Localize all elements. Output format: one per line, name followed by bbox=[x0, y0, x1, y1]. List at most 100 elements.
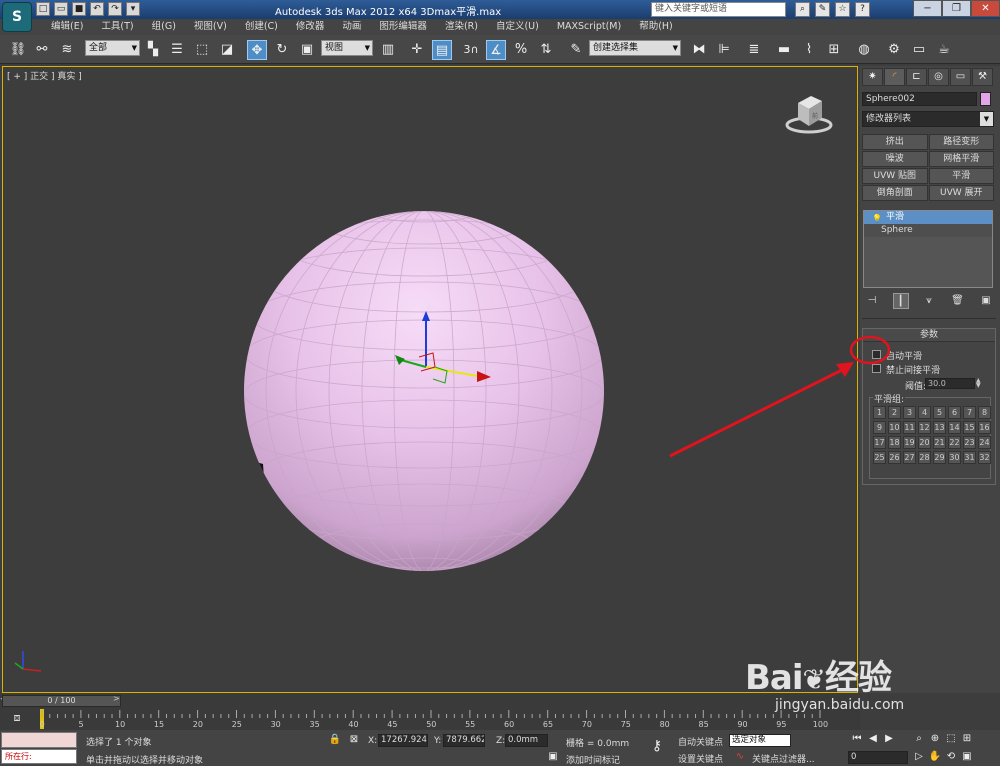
smoothing-group-button[interactable]: 27 bbox=[903, 451, 916, 464]
configure-modifier-sets-icon[interactable]: ▣ bbox=[978, 293, 994, 309]
threshold-spinner-icon[interactable]: ▲ ▼ bbox=[976, 378, 984, 389]
layer-manager-icon[interactable]: ≣ bbox=[744, 40, 764, 60]
smoothing-group-button[interactable]: 6 bbox=[948, 406, 961, 419]
maxscript-listener-input[interactable] bbox=[1, 732, 77, 748]
zoom-icon[interactable]: ⌕ bbox=[912, 732, 926, 746]
app-logo-button[interactable]: S bbox=[2, 2, 32, 32]
goto-start-icon[interactable]: ⏮ bbox=[850, 732, 864, 746]
smoothing-group-button[interactable]: 28 bbox=[918, 451, 931, 464]
smoothing-group-button[interactable]: 14 bbox=[948, 421, 961, 434]
zoom-extents-icon[interactable]: ⬚ bbox=[944, 732, 958, 746]
menu-rendering[interactable]: 渲染(R) bbox=[436, 19, 487, 35]
align-icon[interactable]: ⊫ bbox=[714, 40, 734, 60]
select-and-move-icon[interactable]: ✥ bbox=[247, 40, 267, 60]
smoothing-group-button[interactable]: 29 bbox=[933, 451, 946, 464]
set-key-button[interactable]: 设置关键点 bbox=[678, 752, 723, 765]
smoothing-group-button[interactable]: 17 bbox=[873, 436, 886, 449]
utilities-icon[interactable]: ⚒ bbox=[972, 68, 993, 86]
binoculars-icon[interactable]: ⌕ bbox=[795, 2, 810, 17]
spinner-snap-icon[interactable]: ⇅ bbox=[536, 40, 556, 60]
mirror-icon[interactable]: ⧓ bbox=[689, 40, 709, 60]
track-bar[interactable]: ⧈ 0 5 10 15 20 25 30 35 40 45 50 55 60 65 70 75 80 85 90 95… bbox=[0, 708, 860, 730]
select-by-name-icon[interactable]: ☰ bbox=[167, 40, 187, 60]
select-and-rotate-icon[interactable]: ↻ bbox=[272, 40, 292, 60]
maxscript-output[interactable]: 所在行: bbox=[1, 749, 77, 764]
modifier-button-bevelprofile[interactable]: 倒角剖面 bbox=[862, 185, 928, 201]
add-time-tag[interactable]: 添加时间标记 bbox=[566, 753, 620, 766]
menu-maxscript[interactable]: MAXScript(M) bbox=[548, 19, 630, 35]
menu-edit[interactable]: 编辑(E) bbox=[42, 19, 92, 35]
smoothing-group-button[interactable]: 16 bbox=[978, 421, 991, 434]
modifier-button-extrude[interactable]: 挤出 bbox=[862, 134, 928, 150]
pan-icon[interactable]: ✋ bbox=[928, 750, 942, 764]
lightbulb-icon[interactable]: 💡 bbox=[872, 212, 882, 225]
smoothing-group-button[interactable]: 12 bbox=[918, 421, 931, 434]
perspective-viewport[interactable]: [ + ] 正交 ] 真实 ] 前 z x y bbox=[2, 66, 858, 693]
edit-named-selection-icon[interactable]: ✎ bbox=[566, 40, 586, 60]
object-name-field[interactable]: Sphere002 bbox=[862, 92, 977, 106]
remove-modifier-icon[interactable]: 🗑 bbox=[950, 293, 966, 309]
pivot-center-icon[interactable]: ▥ bbox=[378, 40, 398, 60]
smoothing-group-button[interactable]: 31 bbox=[963, 451, 976, 464]
stack-item-sphere[interactable]: Sphere bbox=[864, 224, 992, 237]
minimize-icon[interactable]: − bbox=[913, 0, 942, 17]
smoothing-group-button[interactable]: 11 bbox=[903, 421, 916, 434]
absolute-mode-icon[interactable]: ⊠ bbox=[347, 733, 361, 747]
x-coordinate-field[interactable]: 17267.924 bbox=[378, 734, 428, 747]
named-selection-dropdown[interactable]: 创建选择集 bbox=[589, 40, 681, 56]
smoothing-group-button[interactable]: 7 bbox=[963, 406, 976, 419]
show-end-result-icon[interactable]: ┃ bbox=[892, 293, 909, 309]
zoom-all-icon[interactable]: ⊕ bbox=[928, 732, 942, 746]
graphite-ribbon-icon[interactable]: ▬ bbox=[774, 40, 794, 60]
percent-snap-icon[interactable]: % bbox=[511, 40, 531, 60]
viewport-label[interactable]: [ + ] 正交 ] 真实 ] bbox=[7, 69, 82, 82]
smoothing-group-button[interactable]: 5 bbox=[933, 406, 946, 419]
smoothing-group-button[interactable]: 13 bbox=[933, 421, 946, 434]
menu-views[interactable]: 视图(V) bbox=[185, 19, 236, 35]
render-setup-icon[interactable]: ⚙ bbox=[884, 40, 904, 60]
smoothing-group-button[interactable]: 26 bbox=[888, 451, 901, 464]
restore-icon[interactable]: ❐ bbox=[942, 0, 971, 17]
modifier-button-pathdeform[interactable]: 路径变形 bbox=[928, 134, 994, 150]
auto-smooth-checkbox[interactable] bbox=[872, 350, 881, 359]
dropdown-icon[interactable]: ▾ bbox=[126, 2, 140, 16]
next-frame-icon[interactable]: > bbox=[113, 694, 121, 706]
modify-icon[interactable]: ◜ bbox=[884, 68, 905, 86]
selection-filter-dropdown[interactable]: 全部 bbox=[85, 40, 140, 56]
modifier-button-noise[interactable]: 噪波 bbox=[862, 151, 928, 167]
unlink-icon[interactable]: ⚯ bbox=[32, 40, 52, 60]
smoothing-group-button[interactable]: 24 bbox=[978, 436, 991, 449]
display-icon[interactable]: ▭ bbox=[950, 68, 971, 86]
smoothing-group-button[interactable]: 9 bbox=[873, 421, 886, 434]
curve-editor-icon[interactable]: ⌇ bbox=[799, 40, 819, 60]
minmax-toggle-icon[interactable]: ▣ bbox=[960, 750, 974, 764]
modifier-button-unwrapuvw[interactable]: UVW 展开 bbox=[928, 185, 994, 201]
select-and-scale-icon[interactable]: ▣ bbox=[297, 40, 317, 60]
smoothing-group-button[interactable]: 8 bbox=[978, 406, 991, 419]
menu-animation[interactable]: 动画 bbox=[333, 19, 370, 35]
smoothing-group-button[interactable]: 3 bbox=[903, 406, 916, 419]
smoothing-group-button[interactable]: 15 bbox=[963, 421, 976, 434]
close-icon[interactable]: ✕ bbox=[971, 0, 1000, 17]
menu-tools[interactable]: 工具(T) bbox=[92, 19, 142, 35]
smoothing-group-button[interactable]: 32 bbox=[978, 451, 991, 464]
modifier-button-uvwmap[interactable]: UVW 贴图 bbox=[862, 168, 928, 184]
menu-customize[interactable]: 自定义(U) bbox=[487, 19, 548, 35]
smoothing-group-button[interactable]: 22 bbox=[948, 436, 961, 449]
maximize-viewport-icon[interactable]: ⊞ bbox=[960, 732, 974, 746]
new-file-icon[interactable]: □ bbox=[36, 2, 50, 16]
menu-graph-editors[interactable]: 图形编辑器 bbox=[370, 19, 436, 35]
rendered-frame-window-icon[interactable]: ▭ bbox=[909, 40, 929, 60]
select-object-icon[interactable]: ▚ bbox=[143, 40, 163, 60]
hierarchy-icon[interactable]: ⊏ bbox=[906, 68, 927, 86]
smoothing-group-button[interactable]: 18 bbox=[888, 436, 901, 449]
search-input[interactable]: 键入关键字或短语 bbox=[651, 2, 786, 17]
redo-icon[interactable]: ↷ bbox=[108, 2, 122, 16]
smoothing-group-button[interactable]: 4 bbox=[918, 406, 931, 419]
orbit-icon[interactable]: ⟲ bbox=[944, 750, 958, 764]
rect-selection-icon[interactable]: ⬚ bbox=[192, 40, 212, 60]
keyboard-shortcut-override-icon[interactable]: ▤ bbox=[432, 40, 452, 60]
material-editor-icon[interactable]: ◍ bbox=[854, 40, 874, 60]
modifier-list-dropdown[interactable]: 修改器列表 ▼ bbox=[862, 111, 994, 127]
link-icon[interactable]: ⛓ bbox=[8, 40, 28, 60]
